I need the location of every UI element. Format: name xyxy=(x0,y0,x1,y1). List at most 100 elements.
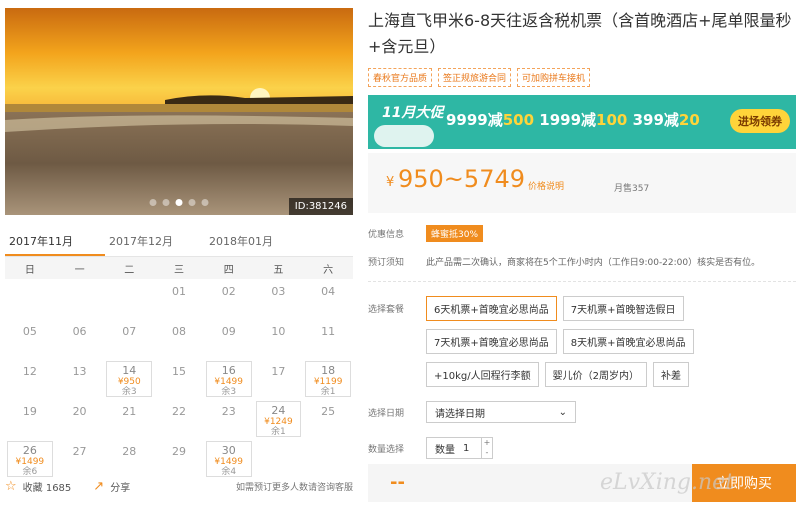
package-option[interactable]: 6天机票+首晚宜必思尚品 xyxy=(426,296,557,321)
calendar-day-number: 18 xyxy=(321,364,336,377)
calendar-day-number: 11 xyxy=(321,325,336,338)
calendar-day: 20 xyxy=(55,399,105,439)
carousel-dots xyxy=(149,199,209,206)
calendar-day-number: 16 xyxy=(221,364,236,377)
tab-month-2017-11[interactable]: 2017年11月 xyxy=(5,225,105,256)
buy-now-button[interactable]: 立即购买 xyxy=(692,464,796,502)
carousel-dot[interactable] xyxy=(188,199,196,206)
price-range: 950~5749 xyxy=(398,165,525,193)
calendar-day-available[interactable]: 14 ¥950 余3 xyxy=(106,361,153,397)
calendar-day-number: 26 xyxy=(22,444,37,457)
tab-month-2017-12[interactable]: 2017年12月 xyxy=(105,225,205,256)
package-option[interactable]: 婴儿价（2周岁内） xyxy=(544,362,647,387)
package-row: 选择套餐 6天机票+首晚宜必思尚品 7天机票+首晚智选假日 7天机票+首晚宜必思尚品… xyxy=(368,296,796,387)
currency-symbol: ¥ xyxy=(386,175,395,190)
date-select[interactable]: 请选择日期 ⌄ xyxy=(426,401,576,423)
tab-month-2018-01[interactable]: 2018年01月 xyxy=(205,225,305,256)
package-option[interactable]: 7天机票+首晚智选假日 xyxy=(562,296,684,321)
calendar-day-number: 08 xyxy=(171,325,186,338)
deal-discount: 500 xyxy=(502,111,535,129)
promo-deals: 9999减500 1999减100 399减20 xyxy=(446,109,700,130)
calendar-day-number: 14 xyxy=(122,364,137,377)
contact-service-link[interactable]: 如需预订更多人数请咨询客服 xyxy=(236,480,353,493)
calendar-day-available[interactable]: 18 ¥1199 余1 xyxy=(305,361,351,397)
product-photo[interactable]: ID:381246 xyxy=(5,8,353,215)
calendar-day-number: 12 xyxy=(22,365,37,378)
favorite-label: 收藏 1685 xyxy=(22,482,72,494)
quantity-increase-button[interactable]: + xyxy=(482,438,492,448)
calendar-day-number: 15 xyxy=(171,365,186,378)
quantity-stepper[interactable]: 数量 1 + - xyxy=(426,437,493,459)
price-explain-link[interactable]: 价格说明 xyxy=(528,179,564,192)
calendar-day: 29 xyxy=(154,439,204,479)
package-option[interactable]: +10kg/人回程行李额 xyxy=(426,362,539,387)
calendar-day: 12 xyxy=(5,359,55,399)
calendar-day-number: 29 xyxy=(171,445,186,458)
carousel-dot-active[interactable] xyxy=(175,199,183,206)
calendar-day: 15 xyxy=(154,359,204,399)
calendar-empty-cell xyxy=(104,279,154,319)
calendar-day-number: 21 xyxy=(122,405,137,418)
get-coupon-button[interactable]: 进场领券 xyxy=(730,109,790,133)
calendar-day: 01 xyxy=(154,279,204,319)
promo-tag: 11月大促 xyxy=(382,105,444,121)
date-select-value: 请选择日期 xyxy=(435,408,485,420)
package-option[interactable]: 7天机票+首晚宜必思尚品 xyxy=(426,329,557,354)
calendar-day-number: 25 xyxy=(321,405,336,418)
date-label: 选择日期 xyxy=(368,408,405,419)
carousel-dot[interactable] xyxy=(162,199,170,206)
calendar-day-price: ¥1249 xyxy=(264,417,293,427)
calendar-day: 07 xyxy=(104,319,154,359)
calendar-grid: 01 02 03 04 05 06 07 08 09 10 11 12 13 14 ¥950 余3 15 16 ¥1… xyxy=(5,279,353,479)
share-button[interactable]: ↗ 分享 xyxy=(93,479,130,494)
calendar-day-stock: 余1 xyxy=(271,427,286,437)
calendar-day-available[interactable]: 30 ¥1499 余4 xyxy=(205,441,252,477)
booking-notice-text: 此产品需二次确认，商家将在5个工作小时内（工作日9:00-22:00）核实是否有… xyxy=(426,257,761,268)
package-option[interactable]: 补差 xyxy=(653,362,689,387)
calendar-day-available[interactable]: 26 ¥1499 余6 xyxy=(7,441,53,477)
calendar-day-available[interactable]: 24 ¥1249 余1 xyxy=(255,401,302,437)
package-option[interactable]: 8天机票+首晚宜必思尚品 xyxy=(562,329,694,354)
badge-formal-contract: 签正规旅游合同 xyxy=(438,68,512,87)
calendar-day-price: ¥1499 xyxy=(15,457,45,467)
badge-official-quality: 春秋官方品质 xyxy=(368,68,433,87)
calendar-day: 22 xyxy=(154,399,204,439)
calendar-empty-cell xyxy=(55,279,105,319)
star-icon: ☆ xyxy=(5,478,17,494)
booking-notice-row: 预订须知 此产品需二次确认，商家将在5个工作小时内（工作日9:00-22:00）… xyxy=(368,251,796,271)
share-icon: ↗ xyxy=(93,478,105,494)
calendar-day: 06 xyxy=(55,319,105,359)
calendar-day-number: 20 xyxy=(72,405,87,418)
promo-banner[interactable]: 11月大促 9999减500 1999减100 399减20 进场领券 xyxy=(368,95,796,149)
calendar-day: 17 xyxy=(254,359,304,399)
weekday-label: 五 xyxy=(273,264,284,276)
calendar-day-number: 03 xyxy=(271,285,286,298)
price-panel: ¥ 950~5749 价格说明 月售357 xyxy=(368,153,796,213)
calendar-day-stock: 余3 xyxy=(221,387,237,397)
promo-info-label: 优惠信息 xyxy=(368,229,405,240)
quantity-step-buttons: + - xyxy=(481,438,492,458)
calendar-day: 25 xyxy=(303,399,353,439)
right-column: 上海直飞甲米6-8天往返含税机票（含首晚酒店+尾单限量秒+含元旦） 春秋官方品质… xyxy=(368,8,796,459)
monthly-sales: 月售357 xyxy=(614,184,650,194)
calendar-day-number: 23 xyxy=(221,405,236,418)
calendar-day: 10 xyxy=(254,319,304,359)
carousel-dot[interactable] xyxy=(201,199,209,206)
calendar-day-price: ¥1499 xyxy=(214,457,244,467)
calendar-day-available[interactable]: 16 ¥1499 余3 xyxy=(205,361,252,397)
cloud-decoration xyxy=(374,125,434,147)
deal-threshold: 1999减 xyxy=(539,111,597,129)
weekday-label: 一 xyxy=(74,264,85,276)
calendar-day-price: ¥1499 xyxy=(214,377,244,387)
quantity-row: 数量选择 数量 1 + - xyxy=(368,437,796,459)
favorite-button[interactable]: ☆ 收藏 1685 xyxy=(5,479,71,494)
calendar-day-number: 17 xyxy=(271,365,286,378)
quantity-decrease-button[interactable]: - xyxy=(482,448,492,458)
calendar-day-number: 28 xyxy=(122,445,137,458)
deal-threshold: 9999减 xyxy=(446,111,503,129)
carousel-dot[interactable] xyxy=(149,199,157,206)
calendar-day: 11 xyxy=(303,319,353,359)
product-badges: 春秋官方品质 签正规旅游合同 可加购拼车接机 xyxy=(368,68,796,87)
calendar-day-stock: 余1 xyxy=(320,387,336,397)
quantity-value[interactable]: 1 xyxy=(463,443,481,454)
